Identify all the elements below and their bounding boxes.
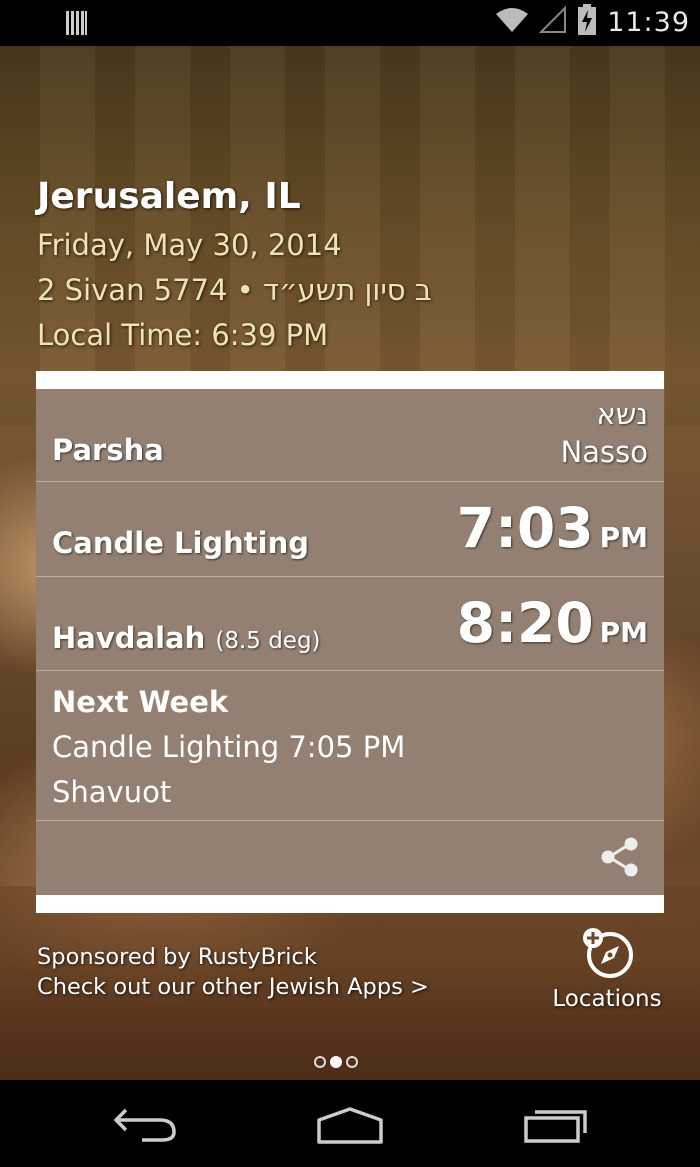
battery-charging-icon xyxy=(577,4,597,40)
gregorian-date: Friday, May 30, 2014 xyxy=(37,228,342,262)
havdalah-time: 8:20 PM xyxy=(457,591,648,655)
page-dot-1[interactable] xyxy=(314,1056,326,1068)
candle-lighting-label: Candle Lighting xyxy=(52,526,309,560)
parsha-name: Nasso xyxy=(560,435,648,469)
compass-add-icon xyxy=(581,926,635,984)
havdalah-label: Havdalah (8.5 deg) xyxy=(52,621,321,655)
candle-lighting-row: Candle Lighting 7:03 PM xyxy=(36,482,664,577)
parsha-row: Parsha נשא Nasso xyxy=(36,389,664,482)
home-icon[interactable] xyxy=(315,1106,385,1150)
locations-label: Locations xyxy=(552,986,662,1012)
sponsor-text[interactable]: Sponsored by RustyBrick xyxy=(37,944,317,970)
zmanim-card: Parsha נשא Nasso Candle Lighting 7:03 PM … xyxy=(36,371,664,913)
recent-apps-icon[interactable] xyxy=(523,1108,589,1148)
havdalah-label-text: Havdalah xyxy=(52,621,206,655)
next-week-row: Next Week Candle Lighting 7:05 PM Shavuo… xyxy=(36,671,664,821)
back-icon[interactable] xyxy=(112,1104,178,1148)
page-dot-2[interactable] xyxy=(330,1056,342,1068)
other-apps-link[interactable]: Check out our other Jewish Apps > xyxy=(37,974,429,1000)
locations-button[interactable]: Locations xyxy=(547,926,667,1018)
local-time: Local Time: 6:39 PM xyxy=(37,318,329,352)
havdalah-ampm: PM xyxy=(599,616,648,649)
next-week-holiday: Shavuot xyxy=(52,775,172,809)
city-title: Jerusalem, IL xyxy=(37,176,301,217)
parsha-label: Parsha xyxy=(52,433,164,467)
status-bar: 11:39 xyxy=(0,0,700,46)
navigation-bar xyxy=(0,1080,700,1167)
candle-lighting-ampm: PM xyxy=(599,521,648,554)
wifi-icon xyxy=(495,6,529,38)
share-icon[interactable] xyxy=(598,835,642,879)
hebrew-date: 2 Sivan 5774 • ב סיון תשע״ד xyxy=(37,273,432,307)
candle-lighting-time: 7:03 PM xyxy=(457,496,648,560)
signal-icon xyxy=(538,5,567,38)
next-week-candle-lighting: Candle Lighting 7:05 PM xyxy=(52,730,406,764)
havdalah-time-value: 8:20 xyxy=(456,591,594,655)
status-time: 11:39 xyxy=(607,6,690,38)
barcode-notification-icon xyxy=(64,10,90,40)
next-week-title: Next Week xyxy=(52,685,229,719)
havdalah-row: Havdalah (8.5 deg) 8:20 PM xyxy=(36,577,664,671)
havdalah-note: (8.5 deg) xyxy=(215,628,321,654)
page-dot-3[interactable] xyxy=(346,1056,358,1068)
candle-lighting-time-value: 7:03 xyxy=(456,496,594,560)
parsha-hebrew-name: נשא xyxy=(596,397,648,431)
page-indicator xyxy=(314,1056,358,1068)
share-row xyxy=(36,821,664,895)
